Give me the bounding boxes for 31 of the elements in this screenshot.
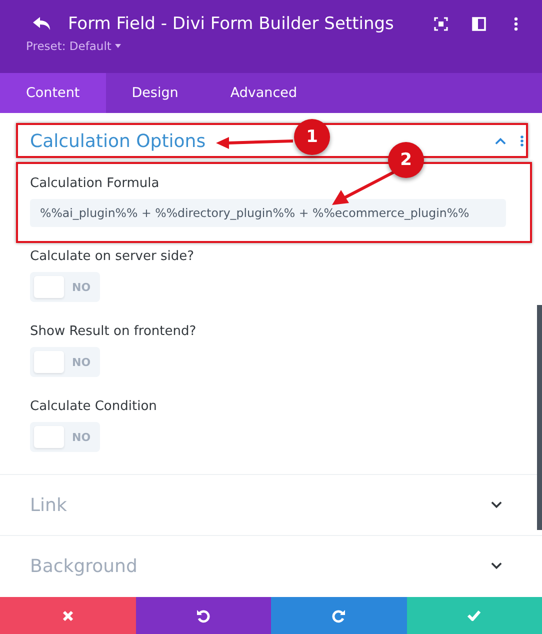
field-label: Show Result on frontend? (30, 324, 198, 339)
field-label: Calculate on server side? (30, 249, 195, 264)
formula-input[interactable]: %%ai_plugin%% + %%directory_plugin%% + %%ecommerce_plugin%% (30, 199, 506, 227)
scrollbar[interactable] (537, 305, 542, 530)
toggle-switch[interactable]: NO (30, 347, 100, 377)
section-title[interactable]: Background (30, 556, 138, 576)
annotation-badge: 1 (294, 119, 330, 155)
redo-icon (332, 608, 346, 622)
tab[interactable]: Content (0, 73, 106, 113)
window-title: Form Field - Divi Form Builder Settings (68, 14, 395, 34)
check-icon (467, 610, 482, 621)
more-icon[interactable] (520, 135, 524, 147)
toggle-switch[interactable]: NO (30, 422, 100, 452)
caret-icon[interactable] (115, 44, 122, 48)
annotation-badge: 2 (388, 142, 424, 178)
more-icon[interactable] (514, 17, 518, 31)
chevron-icon[interactable] (491, 562, 502, 570)
tab[interactable]: Design (106, 73, 204, 113)
section-title[interactable]: Calculation Options (30, 130, 206, 152)
close-icon (62, 610, 74, 622)
sidebar-icon[interactable] (472, 17, 486, 31)
field-label: Calculate Condition (30, 399, 158, 414)
fullscreen-icon[interactable] (434, 17, 448, 31)
undo-icon (196, 608, 210, 622)
chevron-icon[interactable] (491, 501, 502, 509)
tab[interactable]: Advanced (204, 73, 324, 113)
back-icon[interactable] (32, 16, 52, 32)
section-title[interactable]: Link (30, 494, 67, 516)
toggle-switch[interactable]: NO (30, 272, 100, 302)
field-label: Calculation Formula (30, 176, 160, 191)
preset-dropdown[interactable]: Preset: Default (26, 39, 112, 53)
